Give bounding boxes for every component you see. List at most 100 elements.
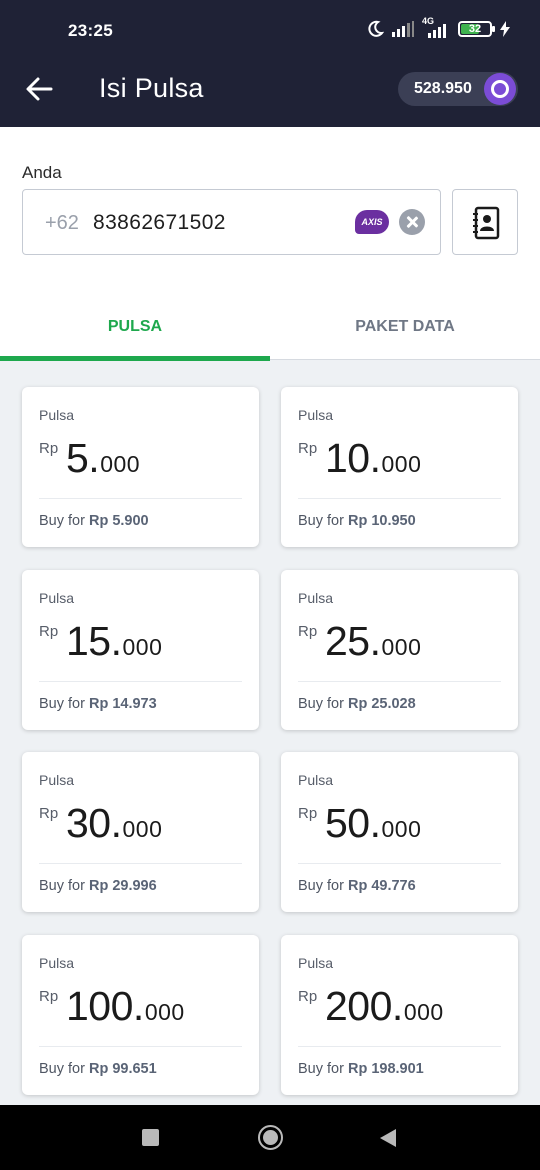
phone-number-field[interactable]: +62 83862671502 AXIS <box>22 189 441 255</box>
tab-paket-data-label: PAKET DATA <box>355 318 455 335</box>
product-card[interactable]: Pulsa Rp 5.000 Buy for Rp 5.900 <box>22 387 259 547</box>
nominal-suffix: 000 <box>144 999 185 1025</box>
card-divider <box>298 1046 501 1047</box>
back-arrow-icon[interactable] <box>24 74 54 104</box>
signal-icon <box>392 21 414 37</box>
product-price: Buy for Rp 29.996 <box>39 878 157 894</box>
product-card[interactable]: Pulsa Rp 25.000 Buy for Rp 25.028 <box>281 570 518 730</box>
recents-icon[interactable] <box>142 1129 159 1146</box>
nominal-suffix: 000 <box>122 816 163 842</box>
nominal-suffix: 000 <box>381 816 422 842</box>
tab-paket-data[interactable]: PAKET DATA <box>270 287 540 360</box>
nominal-suffix: 000 <box>381 451 422 477</box>
buy-prefix: Buy for <box>39 513 85 529</box>
nominal-main: 25. <box>325 618 381 664</box>
nominal-main: 50. <box>325 800 381 846</box>
product-currency: Rp <box>298 805 318 822</box>
price-value: Rp 99.651 <box>88 1061 157 1077</box>
buy-prefix: Buy for <box>39 1061 85 1077</box>
product-currency: Rp <box>39 440 59 457</box>
product-nominal: 30.000 <box>66 800 162 847</box>
product-tabs: PULSA PAKET DATA <box>0 287 540 361</box>
battery-level: 32 <box>468 23 482 35</box>
home-icon[interactable] <box>258 1125 283 1150</box>
product-price: Buy for Rp 25.028 <box>298 696 416 712</box>
product-currency: Rp <box>39 623 59 640</box>
buy-prefix: Buy for <box>39 878 85 894</box>
nominal-main: 100. <box>66 983 144 1029</box>
product-grid: Pulsa Rp 5.000 Buy for Rp 5.900 Pulsa Rp… <box>0 361 540 1105</box>
nominal-main: 15. <box>66 618 122 664</box>
page-title: Isi Pulsa <box>99 73 204 103</box>
tab-pulsa-label: PULSA <box>107 318 163 335</box>
product-nominal: 100.000 <box>66 983 185 1030</box>
nominal-suffix: 000 <box>122 634 163 660</box>
contact-picker-button[interactable] <box>452 189 518 255</box>
phone-label: Anda <box>22 163 62 182</box>
product-card[interactable]: Pulsa Rp 10.000 Buy for Rp 10.950 <box>281 387 518 547</box>
signal-4g-icon: 4G <box>422 16 450 38</box>
buy-prefix: Buy for <box>298 696 344 712</box>
app-bar: Isi Pulsa 528.950 <box>0 60 540 127</box>
card-divider <box>39 498 242 499</box>
price-value: Rp 5.900 <box>88 513 149 529</box>
product-kind: Pulsa <box>298 955 334 971</box>
card-divider <box>298 498 501 499</box>
moon-icon <box>368 20 384 37</box>
product-kind: Pulsa <box>39 955 75 971</box>
system-nav-bar <box>0 1105 540 1170</box>
product-kind: Pulsa <box>39 772 75 788</box>
product-nominal: 25.000 <box>325 618 421 665</box>
product-kind: Pulsa <box>298 407 334 423</box>
product-kind: Pulsa <box>39 590 75 606</box>
contact-book-icon <box>473 206 500 240</box>
product-card[interactable]: Pulsa Rp 15.000 Buy for Rp 14.973 <box>22 570 259 730</box>
product-price: Buy for Rp 198.901 <box>298 1061 424 1077</box>
signal-bars-icon <box>428 24 446 38</box>
points-value: 528.950 <box>414 80 472 97</box>
charging-icon <box>500 21 510 37</box>
price-value: Rp 29.996 <box>88 878 157 894</box>
product-card[interactable]: Pulsa Rp 30.000 Buy for Rp 29.996 <box>22 752 259 912</box>
nominal-suffix: 000 <box>403 999 444 1025</box>
price-value: Rp 14.973 <box>88 696 157 712</box>
product-nominal: 50.000 <box>325 800 421 847</box>
nominal-main: 10. <box>325 435 381 481</box>
tab-pulsa[interactable]: PULSA <box>0 287 270 361</box>
product-card[interactable]: Pulsa Rp 50.000 Buy for Rp 49.776 <box>281 752 518 912</box>
product-price: Buy for Rp 99.651 <box>39 1061 157 1077</box>
buy-prefix: Buy for <box>298 1061 344 1077</box>
clear-input-icon[interactable] <box>399 209 425 235</box>
points-balance[interactable]: 528.950 <box>398 72 518 106</box>
card-divider <box>39 863 242 864</box>
product-nominal: 200.000 <box>325 983 444 1030</box>
nominal-suffix: 000 <box>100 451 141 477</box>
product-card[interactable]: Pulsa Rp 200.000 Buy for Rp 198.901 <box>281 935 518 1095</box>
price-value: Rp 25.028 <box>347 696 416 712</box>
product-card[interactable]: Pulsa Rp 100.000 Buy for Rp 99.651 <box>22 935 259 1095</box>
product-currency: Rp <box>298 440 318 457</box>
phone-number-value[interactable]: 83862671502 <box>93 211 226 235</box>
card-divider <box>298 681 501 682</box>
product-price: Buy for Rp 14.973 <box>39 696 157 712</box>
phone-form: Anda +62 83862671502 AXIS <box>0 127 540 287</box>
product-kind: Pulsa <box>298 772 334 788</box>
product-nominal: 15.000 <box>66 618 162 665</box>
nominal-suffix: 000 <box>381 634 422 660</box>
buy-prefix: Buy for <box>298 513 344 529</box>
points-coin-icon <box>484 73 516 105</box>
price-value: Rp 10.950 <box>347 513 416 529</box>
product-currency: Rp <box>298 623 318 640</box>
product-kind: Pulsa <box>298 590 334 606</box>
product-nominal: 5.000 <box>66 435 140 482</box>
product-kind: Pulsa <box>39 407 75 423</box>
country-code: +62 <box>45 212 79 234</box>
product-nominal: 10.000 <box>325 435 421 482</box>
status-time: 23:25 <box>68 21 113 40</box>
product-price: Buy for Rp 10.950 <box>298 513 416 529</box>
card-divider <box>39 681 242 682</box>
system-back-icon[interactable] <box>380 1129 396 1147</box>
nominal-main: 5. <box>66 435 100 481</box>
product-price: Buy for Rp 49.776 <box>298 878 416 894</box>
product-currency: Rp <box>39 988 59 1005</box>
